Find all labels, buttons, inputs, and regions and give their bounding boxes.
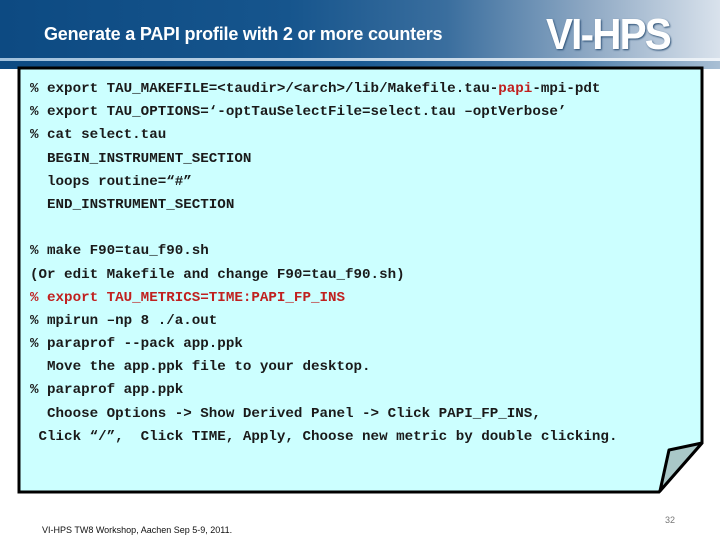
code-text: % make F90=tau_f90.sh — [30, 243, 209, 260]
code-line: (Or edit Makefile and change F90=tau_f90… — [30, 264, 617, 287]
code-line: % paraprof --pack app.ppk — [30, 333, 617, 356]
code-text: END_INSTRUMENT_SECTION — [30, 196, 235, 213]
code-text: % export TAU_OPTIONS=‘-optTauSelectFile=… — [30, 104, 567, 121]
code-line: BEGIN_INSTRUMENT_SECTION — [30, 148, 617, 171]
page-number: 32 — [665, 515, 676, 525]
code-line: % export TAU_MAKEFILE=<taudir>/<arch>/li… — [30, 78, 617, 101]
code-line: END_INSTRUMENT_SECTION — [30, 194, 617, 217]
code-text: loops routine=“#” — [30, 173, 192, 190]
code-text: -mpi-pdt — [532, 81, 601, 97]
code-text: Choose Options -> Show Derived Panel -> … — [30, 405, 541, 422]
code-text: Click “/”, Click TIME, Apply, Choose new… — [30, 428, 618, 445]
code-highlight: papi — [498, 81, 533, 97]
code-line: Choose Options -> Show Derived Panel -> … — [30, 403, 617, 426]
code-text: (Or edit Makefile and change F90=tau_f90… — [30, 266, 405, 283]
code-text: BEGIN_INSTRUMENT_SECTION — [30, 150, 252, 167]
code-text: % mpirun –np 8 ./a.out — [30, 312, 218, 329]
code-text: % cat select.tau — [30, 127, 167, 144]
code-block: % export TAU_MAKEFILE=<taudir>/<arch>/li… — [30, 78, 617, 449]
code-line: Move the app.ppk file to your desktop. — [30, 356, 617, 379]
code-text: % export TAU_MAKEFILE=<taudir>/<arch>/li… — [30, 81, 499, 97]
code-line: % cat select.tau — [30, 124, 617, 147]
code-text: Move the app.ppk file to your desktop. — [30, 359, 371, 376]
code-line: % export TAU_METRICS=TIME:PAPI_FP_INS — [30, 287, 617, 310]
code-line: % export TAU_OPTIONS=‘-optTauSelectFile=… — [30, 101, 617, 124]
code-text: % paraprof --pack app.ppk — [30, 336, 243, 353]
code-line: % make F90=tau_f90.sh — [30, 240, 617, 263]
code-text: % paraprof app.ppk — [30, 382, 184, 399]
code-line: Click “/”, Click TIME, Apply, Choose new… — [30, 426, 618, 449]
code-line: loops routine=“#” — [30, 171, 617, 194]
code-line: % mpirun –np 8 ./a.out — [30, 310, 617, 333]
code-line: % paraprof app.ppk — [30, 379, 617, 402]
code-highlight: % export TAU_METRICS=TIME:PAPI_FP_INS — [30, 289, 346, 306]
footer-text: VI-HPS TW8 Workshop, Aachen Sep 5-9, 201… — [42, 525, 233, 535]
